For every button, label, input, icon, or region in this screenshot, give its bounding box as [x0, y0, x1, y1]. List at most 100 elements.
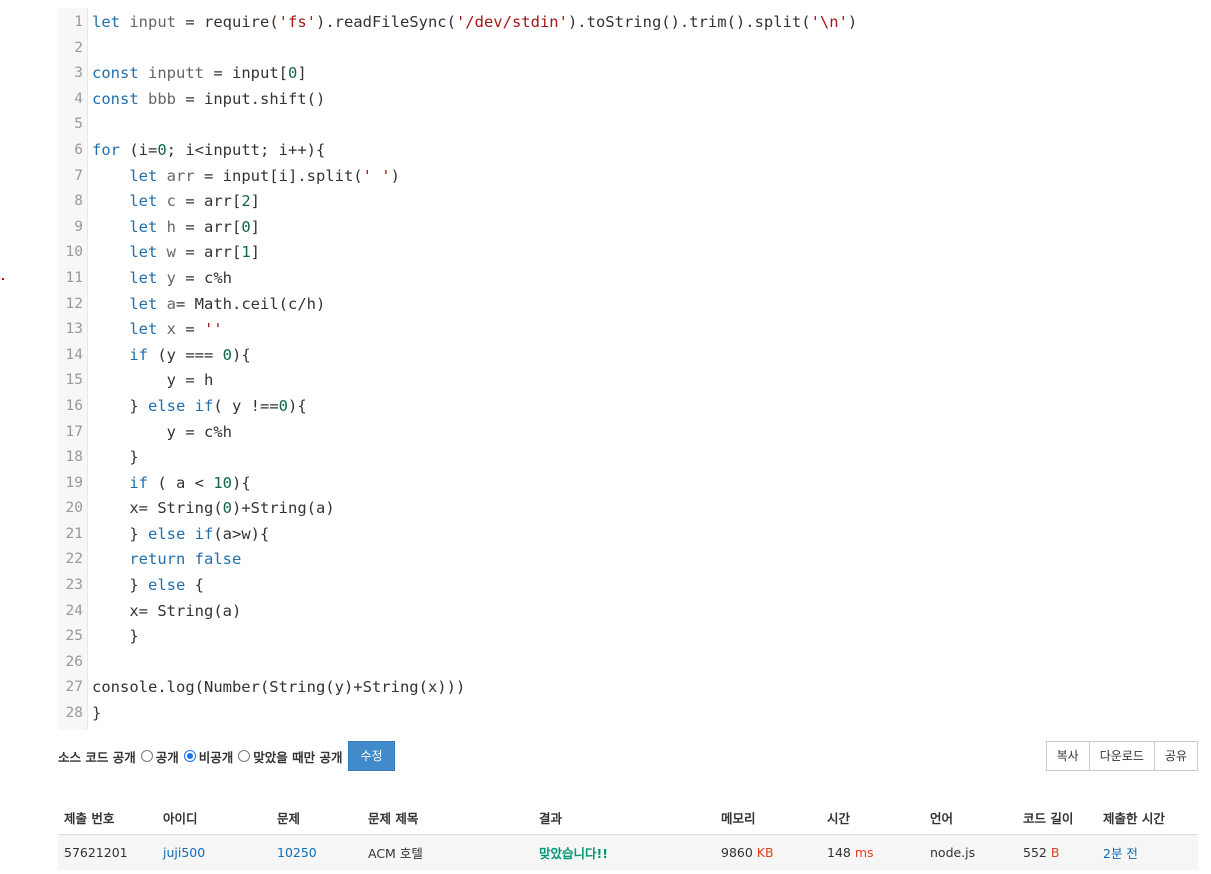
line-number: 16 [65, 397, 83, 414]
code-token: 2 [241, 192, 251, 211]
code-line: console.log(Number(String(y)+String(x))) [92, 675, 1198, 701]
table-row: 57621201 juji500 10250 ACM 호텔 맞았습니다!! 98… [58, 834, 1198, 870]
header-memory: 메모리 [715, 800, 821, 835]
code-token: )+String(a) [232, 499, 335, 518]
code-token: input [129, 13, 176, 31]
code-token: = input.shift() [176, 89, 326, 108]
code-token: (y === [157, 345, 223, 364]
submission-table: 제출 번호 아이디 문제 문제 제목 결과 메모리 시간 언어 코드 길이 제출… [58, 800, 1198, 870]
code-token: } [92, 396, 148, 415]
code-token: bbb [148, 89, 176, 108]
code-line: y = h [92, 368, 1198, 394]
line-number: 14 [65, 346, 83, 363]
code-token: ( a < [157, 473, 214, 492]
line-number: 2 [74, 39, 83, 56]
code-token: 0 [241, 217, 251, 236]
download-button[interactable]: 다운로드 [1088, 741, 1155, 771]
copy-button[interactable]: 복사 [1045, 741, 1090, 771]
code-area[interactable]: let input = require('fs').readFileSync('… [88, 8, 1198, 730]
line-number: 23 [65, 577, 83, 594]
line-number: 12 [65, 295, 83, 312]
code-token: 0 [288, 64, 298, 83]
code-token: '/dev/stdin' [455, 13, 568, 31]
code-editor[interactable]: 1 2 3 4 5 6 7 8 9 10 11 12 13 14 15 16 17 18 19 20 21 22 23 24 2… [58, 8, 1198, 730]
share-button[interactable]: 공유 [1153, 741, 1198, 771]
radio-public[interactable] [140, 750, 153, 762]
code-line: } [92, 624, 1198, 650]
code-token: ){ [232, 473, 251, 492]
header-user-id: 아이디 [157, 800, 271, 835]
code-token: 0 [222, 345, 232, 364]
code-line: } else if( y !==0){ [92, 394, 1198, 420]
code-token: = require( [176, 13, 279, 31]
header-problem-title: 문제 제목 [362, 800, 533, 835]
line-number: 7 [74, 167, 83, 184]
code-token: ).toString().trim().split( [567, 13, 811, 31]
red-dot-marker [2, 278, 4, 280]
code-token: ' ' [362, 166, 391, 185]
code-line: let h = arr[0] [92, 215, 1198, 241]
code-token: ] [250, 243, 261, 262]
header-problem: 문제 [271, 800, 362, 835]
cell-memory: 9860 KB [715, 834, 821, 870]
line-number: 25 [65, 628, 83, 645]
code-token: if [129, 345, 158, 364]
cell-code-length: 552 B [1017, 834, 1097, 870]
visibility-label: 소스 코드 공개 [58, 749, 136, 765]
code-token: a [166, 294, 176, 313]
code-token: x= String(a) [92, 601, 242, 620]
code-token: let [129, 320, 167, 339]
line-number: 8 [74, 193, 83, 210]
radio-public-label: 공개 [155, 749, 179, 765]
code-line: let input = require('fs').readFileSync('… [92, 10, 1198, 36]
code-length-unit: B [1050, 845, 1060, 860]
code-token: ( y !== [213, 396, 279, 415]
code-token: let [129, 294, 167, 313]
line-number: 15 [65, 372, 83, 389]
table-header-row: 제출 번호 아이디 문제 문제 제목 결과 메모리 시간 언어 코드 길이 제출… [58, 800, 1198, 835]
radio-private-label: 비공개 [198, 749, 234, 765]
header-code-length: 코드 길이 [1017, 800, 1097, 835]
code-token: w [166, 243, 176, 262]
code-token: = arr[ [176, 243, 242, 262]
code-token: 1 [241, 243, 251, 262]
code-token: x [166, 320, 176, 339]
code-token: (a>w){ [213, 524, 270, 543]
cell-time: 148 ms [821, 834, 924, 870]
radio-private[interactable] [183, 750, 196, 762]
header-submission-id: 제출 번호 [58, 800, 157, 835]
code-token: y = c%h [92, 422, 232, 441]
submitted-time-link[interactable]: 2분 전 [1103, 846, 1138, 861]
code-token: ] [250, 192, 261, 211]
code-line: return false [92, 547, 1198, 573]
result-accepted: 맞았습니다!! [539, 846, 608, 861]
code-token: if [129, 473, 158, 492]
code-token: ; i<inputt; i++){ [166, 140, 326, 159]
time-unit: ms [854, 845, 874, 860]
radio-public-when-accepted[interactable] [238, 750, 251, 762]
code-line: let c = arr[2] [92, 189, 1198, 215]
problem-link[interactable]: 10250 [277, 845, 317, 860]
line-number: 18 [65, 449, 83, 466]
code-token: = arr[ [176, 192, 242, 211]
line-number: 6 [74, 141, 83, 158]
header-result: 결과 [533, 800, 715, 835]
code-token: = [176, 320, 204, 339]
code-line: } [92, 701, 1198, 727]
code-line: for (i=0; i<inputt; i++){ [92, 138, 1198, 164]
user-id-link[interactable]: juji500 [163, 845, 205, 860]
code-token: h [166, 217, 176, 236]
edit-button[interactable]: 수정 [348, 741, 395, 771]
code-token: ).readFileSync( [315, 13, 456, 31]
code-token: = arr[ [176, 217, 242, 236]
cell-problem-title: ACM 호텔 [362, 834, 533, 870]
code-token: return false [129, 550, 242, 569]
code-token: ){ [288, 396, 307, 415]
code-token: let [129, 192, 167, 211]
